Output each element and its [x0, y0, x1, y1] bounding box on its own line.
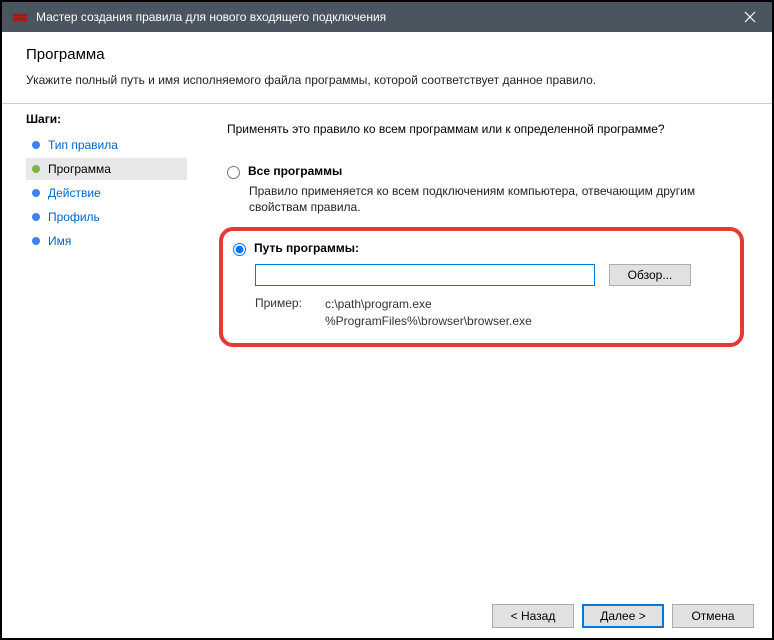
page-description: Укажите полный путь и имя исполняемого ф… [26, 73, 748, 87]
firewall-icon [12, 9, 28, 25]
header-section: Программа Укажите полный путь и имя испо… [2, 32, 772, 97]
bullet-icon [32, 213, 40, 221]
step-label: Действие [48, 186, 101, 200]
radio-path-row: Путь программы: [233, 241, 726, 256]
example-label: Пример: [255, 296, 325, 328]
radio-all-programs[interactable] [227, 166, 240, 179]
step-label: Профиль [48, 210, 100, 224]
step-action[interactable]: Действие [26, 182, 187, 204]
example-row: Пример: c:\path\program.exe %ProgramFile… [255, 296, 726, 328]
radio-all-programs-row: Все программы [227, 164, 744, 179]
example-line-1: c:\path\program.exe [325, 296, 532, 312]
bullet-icon [32, 237, 40, 245]
close-button[interactable] [727, 2, 772, 32]
example-line-2: %ProgramFiles%\browser\browser.exe [325, 313, 532, 329]
bullet-icon [32, 141, 40, 149]
radio-all-description: Правило применяется ко всем подключениям… [249, 183, 744, 215]
program-path-input[interactable] [255, 264, 595, 286]
titlebar: Мастер создания правила для нового входя… [2, 2, 772, 32]
step-name[interactable]: Имя [26, 230, 187, 252]
cancel-button[interactable]: Отмена [672, 604, 754, 628]
bullet-icon [32, 189, 40, 197]
main-content: Применять это правило ко всем программам… [197, 104, 772, 347]
highlighted-path-section: Путь программы: Обзор... Пример: c:\path… [219, 227, 744, 346]
step-label: Имя [48, 234, 71, 248]
browse-button[interactable]: Обзор... [609, 264, 691, 286]
back-button[interactable]: < Назад [492, 604, 574, 628]
page-title: Программа [26, 46, 748, 63]
radio-path-label: Путь программы: [254, 241, 359, 255]
radio-all-label: Все программы [248, 164, 342, 178]
step-label: Тип правила [48, 138, 118, 152]
footer-buttons: < Назад Далее > Отмена [492, 604, 754, 628]
question-text: Применять это правило ко всем программам… [227, 122, 744, 136]
path-input-row: Обзор... [255, 264, 726, 286]
step-profile[interactable]: Профиль [26, 206, 187, 228]
sidebar-title: Шаги: [26, 112, 187, 126]
bullet-icon [32, 165, 40, 173]
example-text: c:\path\program.exe %ProgramFiles%\brows… [325, 296, 532, 328]
sidebar: Шаги: Тип правила Программа Действие Про… [2, 104, 197, 347]
window-title: Мастер создания правила для нового входя… [36, 10, 386, 24]
step-label: Программа [48, 162, 111, 176]
radio-program-path[interactable] [233, 243, 246, 256]
step-program[interactable]: Программа [26, 158, 187, 180]
step-rule-type[interactable]: Тип правила [26, 134, 187, 156]
next-button[interactable]: Далее > [582, 604, 664, 628]
